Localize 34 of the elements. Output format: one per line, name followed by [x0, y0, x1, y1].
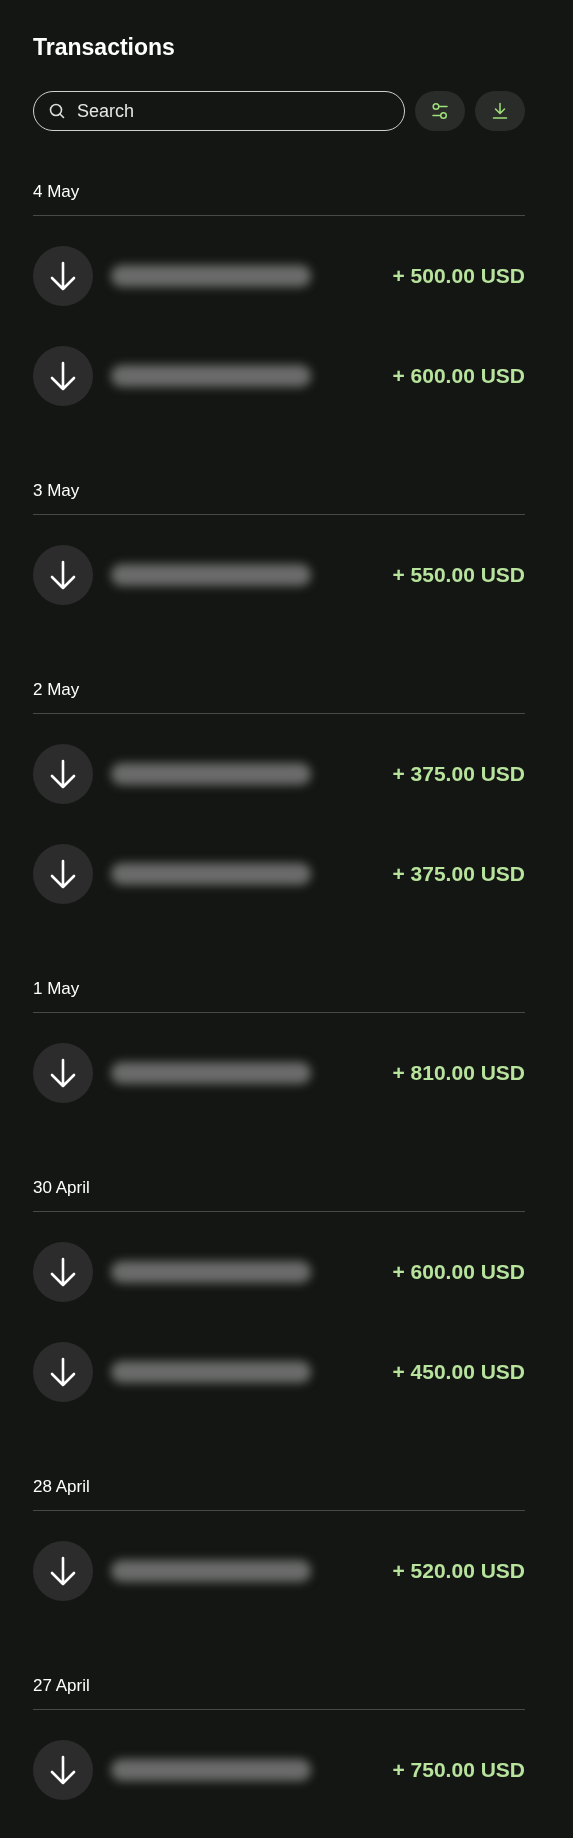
search-field[interactable]: Search — [33, 91, 405, 131]
amount: + 375.00 USD — [392, 762, 525, 786]
arrow-down-icon — [50, 1058, 76, 1088]
filter-sliders-icon — [431, 102, 449, 120]
arrow-down-icon — [50, 560, 76, 590]
arrow-down-icon — [50, 759, 76, 789]
date-heading: 2 May — [33, 679, 80, 701]
date-heading: 30 April — [33, 1177, 90, 1199]
arrow-down-icon — [50, 1755, 76, 1785]
amount: + 600.00 USD — [392, 1260, 525, 1284]
amount: + 550.00 USD — [392, 563, 525, 587]
date-heading: 4 May — [33, 181, 80, 203]
download-button[interactable] — [475, 91, 525, 131]
date-heading: 27 April — [33, 1675, 90, 1697]
amount: + 375.00 USD — [392, 862, 525, 886]
search-icon — [49, 103, 65, 119]
arrow-down-icon — [50, 261, 76, 291]
arrow-down-icon — [50, 1556, 76, 1586]
amount: + 810.00 USD — [392, 1061, 525, 1085]
amount: + 520.00 USD — [392, 1559, 525, 1583]
download-icon — [491, 102, 509, 120]
page-title: Transactions — [33, 33, 176, 61]
amount: + 600.00 USD — [392, 364, 525, 388]
arrow-down-icon — [50, 1357, 76, 1387]
arrow-down-icon — [50, 361, 76, 391]
amount: + 750.00 USD — [392, 1758, 525, 1782]
date-heading: 28 April — [33, 1476, 90, 1498]
date-heading: 3 May — [33, 480, 80, 502]
arrow-down-icon — [50, 1257, 76, 1287]
arrow-down-icon — [50, 859, 76, 889]
amount: + 450.00 USD — [392, 1360, 525, 1384]
date-heading: 1 May — [33, 978, 80, 1000]
filter-button[interactable] — [415, 91, 465, 131]
amount: + 500.00 USD — [392, 264, 525, 288]
